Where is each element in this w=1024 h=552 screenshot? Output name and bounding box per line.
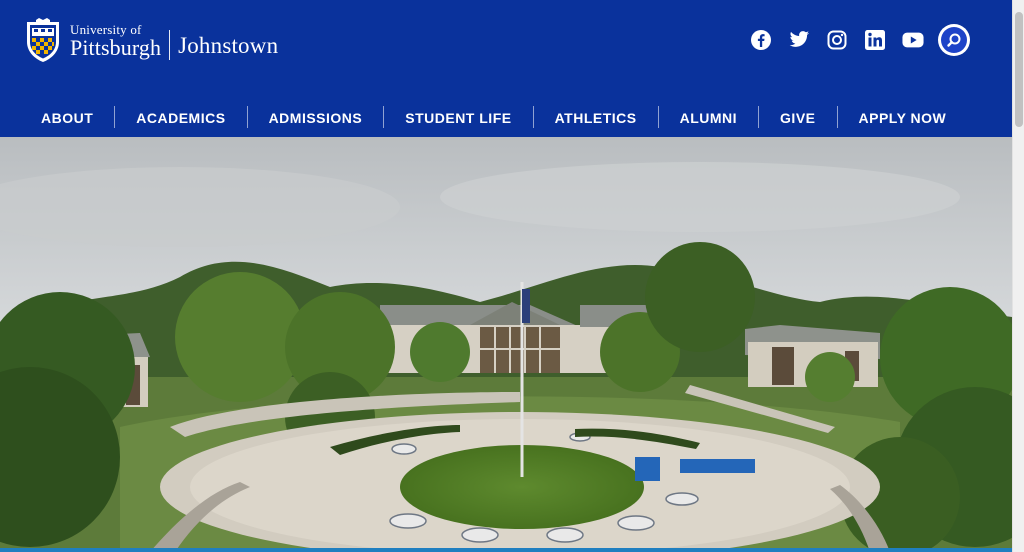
search-icon [947,33,961,47]
scrollbar-thumb[interactable] [1015,12,1023,127]
scrollbar[interactable] [1012,0,1024,552]
university-name: University of Pittsburgh [70,23,161,59]
nav-student-life[interactable]: STUDENT LIFE [384,106,532,128]
hero-campus-image [0,137,1012,552]
nav-academics[interactable]: ACADEMICS [115,106,246,128]
instagram-icon[interactable] [826,29,848,51]
site-header: University of Pittsburgh Johnstown ABOUT… [0,0,1012,137]
nav-give[interactable]: GIVE [759,106,836,128]
facebook-icon[interactable] [750,29,772,51]
brand-divider [169,30,171,60]
search-button-inner [941,27,967,53]
nav-alumni[interactable]: ALUMNI [659,106,758,128]
university-name-big: Pittsburgh [70,35,162,60]
bottom-strip [0,548,1012,552]
twitter-icon[interactable] [788,29,810,51]
search-button[interactable] [938,24,970,56]
nav-apply-now[interactable]: APPLY NOW [838,106,968,128]
shield-icon [27,18,59,62]
linkedin-icon[interactable] [864,29,886,51]
nav-athletics[interactable]: ATHLETICS [534,106,658,128]
main-nav: ABOUT ACADEMICS ADMISSIONS STUDENT LIFE … [20,104,967,130]
campus-name: Johnstown [178,33,279,58]
nav-about[interactable]: ABOUT [20,106,114,128]
brand-text: University of Pittsburgh Johnstown [70,22,278,60]
campus-aerial-photo [0,137,1012,552]
nav-admissions[interactable]: ADMISSIONS [248,106,384,128]
social-links [734,24,970,56]
page: University of Pittsburgh Johnstown ABOUT… [0,0,1012,552]
youtube-icon[interactable] [902,29,924,51]
university-logo[interactable]: University of Pittsburgh Johnstown [24,16,278,66]
